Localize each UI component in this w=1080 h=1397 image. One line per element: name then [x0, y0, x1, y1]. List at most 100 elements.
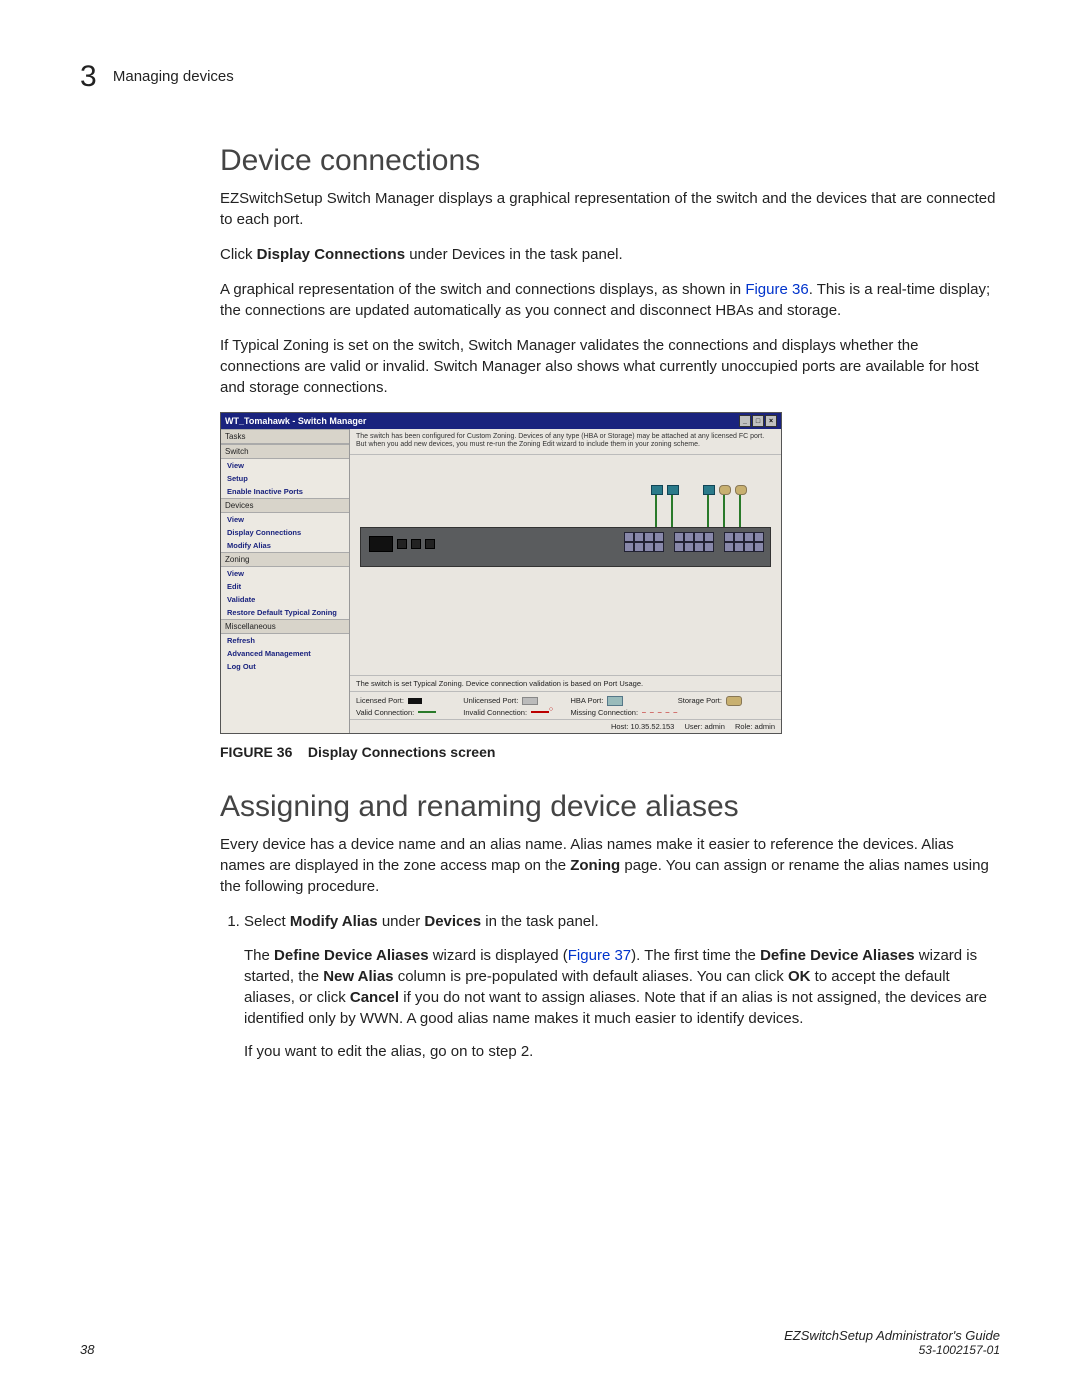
- text: Select: [244, 913, 290, 930]
- sidebar-link[interactable]: Setup: [221, 472, 349, 485]
- text-bold: Define Device Aliases: [760, 947, 915, 964]
- text: under: [378, 913, 425, 930]
- figure-link-37[interactable]: Figure 37: [568, 947, 631, 964]
- legend-item: Missing Connection:– – – – –: [571, 708, 776, 717]
- text: column is pre-populated with default ali…: [394, 968, 788, 985]
- legend-item: Storage Port:: [678, 696, 775, 706]
- unlicensed-port-icon: [522, 697, 538, 705]
- sidebar-link[interactable]: Enable Inactive Ports: [221, 485, 349, 498]
- text-bold: Cancel: [350, 989, 399, 1006]
- side-group-devices: Devices: [221, 498, 349, 513]
- text: Click: [220, 246, 257, 263]
- device-cables: [655, 495, 741, 527]
- status-message: The switch is set Typical Zoning. Device…: [350, 675, 781, 692]
- step-1: Select Modify Alias under Devices in the…: [244, 911, 1000, 1062]
- mgmt-port-icon: [397, 539, 407, 549]
- text: A graphical representation of the switch…: [220, 281, 745, 298]
- status-user: User: admin: [684, 722, 724, 731]
- section-title-assigning-aliases: Assigning and renaming device aliases: [220, 790, 1000, 824]
- text-bold: Define Device Aliases: [274, 947, 429, 964]
- figure-label: FIGURE 36: [220, 744, 292, 760]
- chapter-title: Managing devices: [113, 68, 234, 85]
- licensed-port-icon: [408, 698, 422, 704]
- text-bold: Display Connections: [257, 246, 405, 263]
- sidebar-link[interactable]: Edit: [221, 580, 349, 593]
- mgmt-port-icon: [411, 539, 421, 549]
- tasks-header: Tasks: [221, 429, 349, 444]
- text-bold: Modify Alias: [290, 913, 378, 930]
- legend-item: Invalid Connection:: [463, 708, 560, 717]
- procedure-steps: Select Modify Alias under Devices in the…: [220, 911, 1000, 1062]
- minimize-icon[interactable]: _: [739, 415, 751, 427]
- text: wizard is displayed (: [429, 947, 568, 964]
- window-titlebar: WT_Tomahawk - Switch Manager _ □ ×: [221, 413, 781, 429]
- sidebar-link[interactable]: Advanced Management: [221, 647, 349, 660]
- switch-device-icon: [360, 527, 771, 567]
- task-panel: Tasks Switch View Setup Enable Inactive …: [221, 429, 350, 733]
- paragraph: If Typical Zoning is set on the switch, …: [220, 335, 1000, 398]
- paragraph: If you want to edit the alias, go on to …: [244, 1041, 1000, 1062]
- maximize-icon[interactable]: □: [752, 415, 764, 427]
- side-group-switch: Switch: [221, 444, 349, 459]
- sidebar-link[interactable]: Display Connections: [221, 526, 349, 539]
- paragraph: Click Display Connections under Devices …: [220, 244, 1000, 265]
- port-group: [624, 532, 662, 550]
- port-group: [724, 532, 762, 550]
- sidebar-link[interactable]: View: [221, 459, 349, 472]
- legend-item: Licensed Port:: [356, 696, 453, 706]
- sidebar-link[interactable]: Restore Default Typical Zoning: [221, 606, 349, 619]
- sidebar-link[interactable]: View: [221, 567, 349, 580]
- figure-caption-text: Display Connections screen: [308, 744, 496, 760]
- legend-item: HBA Port:: [571, 696, 668, 706]
- hba-device-icon: [655, 495, 657, 527]
- sidebar-link[interactable]: Refresh: [221, 634, 349, 647]
- legend-item: Unlicensed Port:: [463, 696, 560, 706]
- text-bold: Devices: [424, 913, 481, 930]
- status-host: Host: 10.35.52.153: [611, 722, 674, 731]
- power-plug-icon: [369, 536, 393, 552]
- sidebar-link[interactable]: View: [221, 513, 349, 526]
- paragraph: The Define Device Aliases wizard is disp…: [244, 945, 1000, 1029]
- info-message: The switch has been configured for Custo…: [350, 429, 781, 455]
- section-title-device-connections: Device connections: [220, 144, 1000, 178]
- side-group-zoning: Zoning: [221, 552, 349, 567]
- text: ). The first time the: [631, 947, 760, 964]
- page-number: 38: [80, 1342, 94, 1357]
- hba-port-icon: [607, 696, 623, 706]
- status-role: Role: admin: [735, 722, 775, 731]
- figure-caption: FIGURE 36 Display Connections screen: [220, 744, 1000, 760]
- invalid-connection-icon: [531, 711, 549, 713]
- close-icon[interactable]: ×: [765, 415, 777, 427]
- mgmt-port-icon: [425, 539, 435, 549]
- sidebar-link[interactable]: Validate: [221, 593, 349, 606]
- text: The: [244, 947, 274, 964]
- text-bold: Zoning: [570, 857, 620, 874]
- legend: Licensed Port: Unlicensed Port: HBA Port…: [350, 692, 781, 719]
- switch-manager-main: The switch has been configured for Custo…: [350, 429, 781, 733]
- port-group: [674, 532, 712, 550]
- running-header: 3 Managing devices: [80, 60, 1000, 94]
- paragraph: EZSwitchSetup Switch Manager displays a …: [220, 188, 1000, 230]
- paragraph: Every device has a device name and an al…: [220, 834, 1000, 897]
- legend-item: Valid Connection:: [356, 708, 453, 717]
- chapter-number: 3: [80, 60, 97, 93]
- figure-link-36[interactable]: Figure 36: [745, 281, 808, 298]
- switch-manager-window: WT_Tomahawk - Switch Manager _ □ × Tasks…: [220, 412, 782, 734]
- storage-device-icon: [723, 495, 725, 527]
- storage-device-icon: [739, 495, 741, 527]
- storage-port-icon: [726, 696, 742, 706]
- missing-connection-icon: – – – – –: [642, 709, 664, 716]
- hba-device-icon: [671, 495, 673, 527]
- text-bold: New Alias: [323, 968, 393, 985]
- connections-canvas: [350, 455, 781, 675]
- side-group-misc: Miscellaneous: [221, 619, 349, 634]
- document-number: 53-1002157-01: [784, 1343, 1000, 1357]
- text: in the task panel.: [481, 913, 599, 930]
- sidebar-link[interactable]: Log Out: [221, 660, 349, 673]
- document-title: EZSwitchSetup Administrator's Guide: [784, 1328, 1000, 1343]
- window-statusbar: Host: 10.35.52.153 User: admin Role: adm…: [350, 719, 781, 733]
- valid-connection-icon: [418, 711, 436, 713]
- paragraph: A graphical representation of the switch…: [220, 279, 1000, 321]
- text: under Devices in the task panel.: [405, 246, 623, 263]
- sidebar-link[interactable]: Modify Alias: [221, 539, 349, 552]
